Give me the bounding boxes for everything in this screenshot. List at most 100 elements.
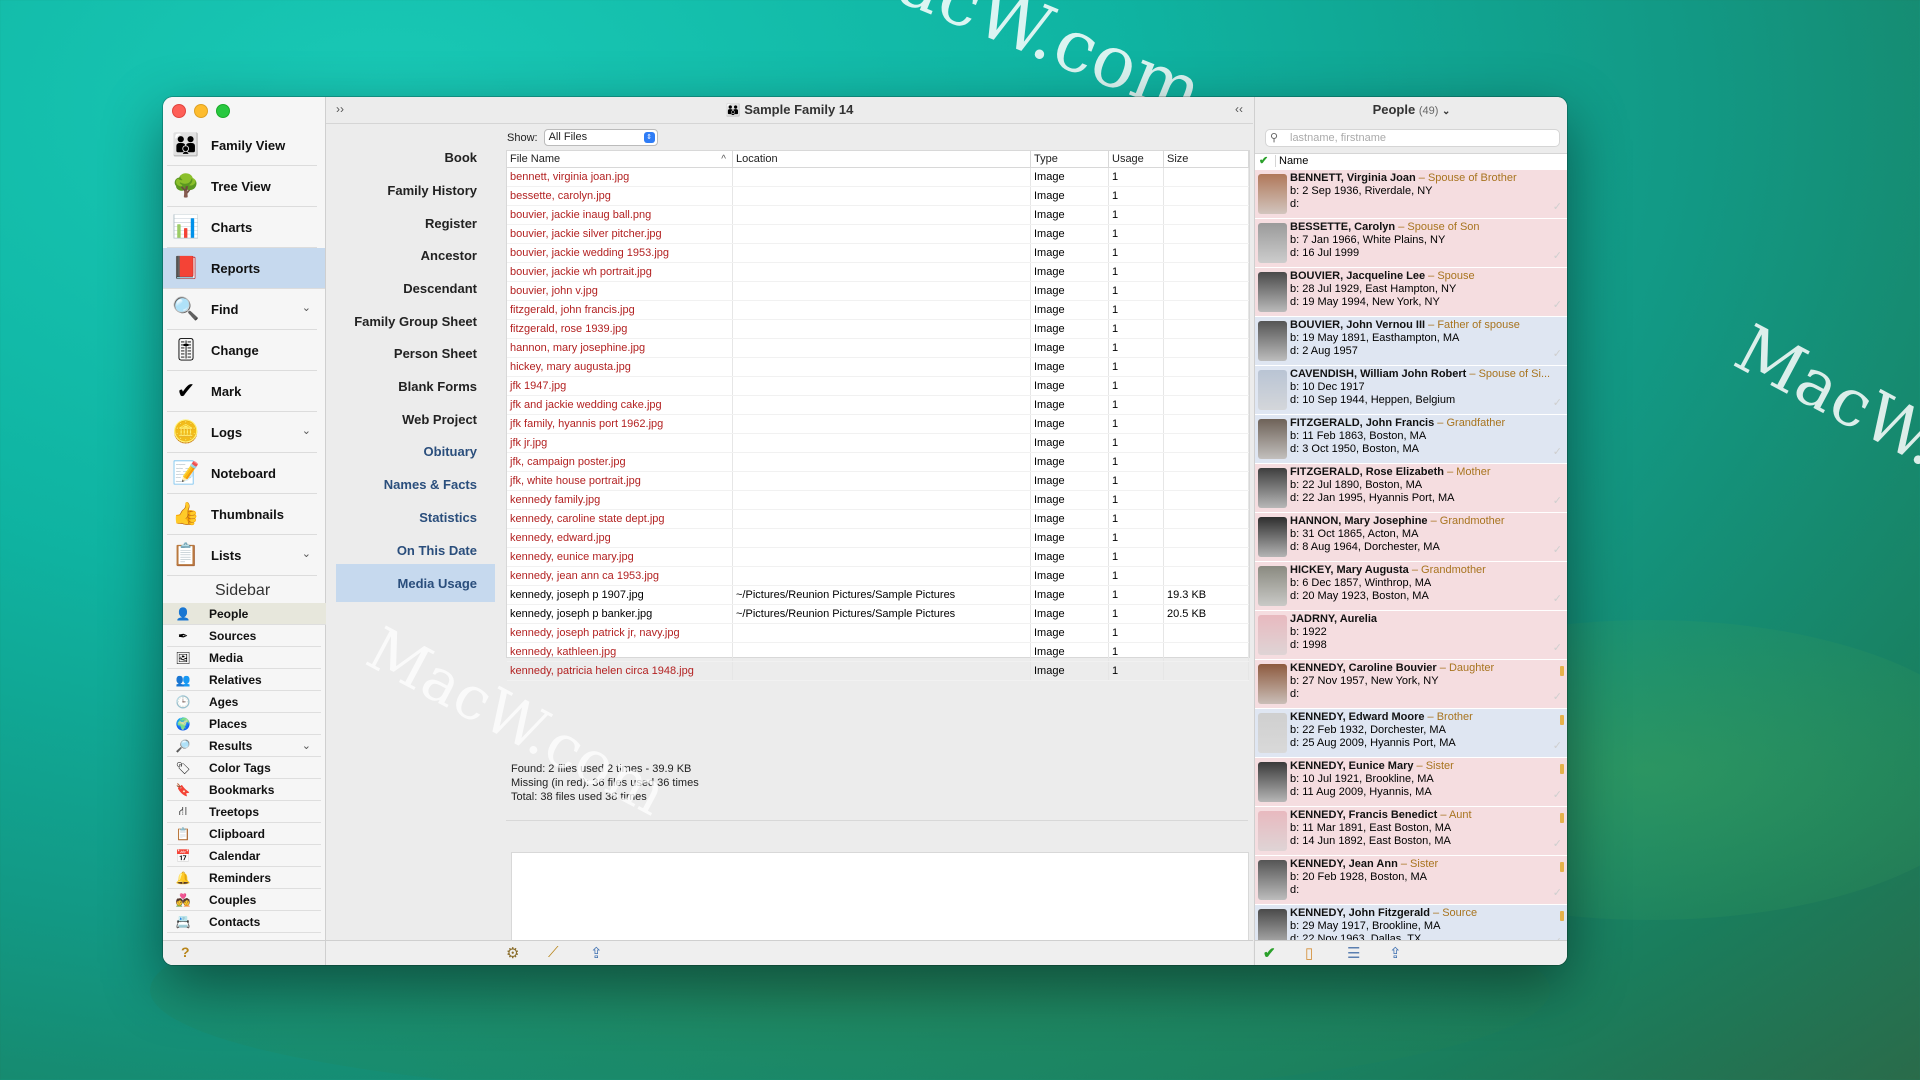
sidebar-item-ages[interactable]: 🕒 Ages bbox=[167, 691, 321, 713]
nav-item-reports[interactable]: 📕 Reports bbox=[163, 248, 325, 289]
table-row[interactable]: jfk jr.jpg Image 1 bbox=[507, 434, 1249, 453]
sidebar-item-color-tags[interactable]: 🏷 Color Tags bbox=[167, 757, 321, 779]
book-icon[interactable]: ▯ bbox=[1305, 944, 1313, 962]
sidebar-item-media[interactable]: 🖼 Media bbox=[167, 647, 321, 669]
table-row[interactable]: bouvier, jackie silver pitcher.jpg Image 1 bbox=[507, 225, 1249, 244]
report-web-project[interactable]: Web Project bbox=[402, 412, 477, 427]
column-header-usage[interactable]: Usage bbox=[1109, 151, 1164, 167]
show-select[interactable]: All Files ⇕ bbox=[543, 129, 658, 146]
checkmark-icon[interactable]: ✔ bbox=[1263, 944, 1276, 962]
person-row[interactable]: HICKEY, Mary Augusta – Grandmother b: 6 D… bbox=[1255, 562, 1567, 611]
sidebar-item-sources[interactable]: ✒ Sources bbox=[167, 625, 321, 647]
person-row[interactable]: KENNEDY, Edward Moore – Brother b: 22 Feb… bbox=[1255, 709, 1567, 758]
chevron-down-icon[interactable]: ⌄ bbox=[302, 739, 311, 752]
table-row[interactable]: fitzgerald, john francis.jpg Image 1 bbox=[507, 301, 1249, 320]
column-header-location[interactable]: Location bbox=[733, 151, 1031, 167]
report-names-facts[interactable]: Names & Facts bbox=[384, 477, 477, 492]
table-row[interactable]: bouvier, john v.jpg Image 1 bbox=[507, 282, 1249, 301]
report-ancestor[interactable]: Ancestor bbox=[421, 248, 477, 263]
table-row[interactable]: bouvier, jackie wh portrait.jpg Image 1 bbox=[507, 263, 1249, 282]
table-row[interactable]: bennett, virginia joan.jpg Image 1 bbox=[507, 168, 1249, 187]
person-row[interactable]: KENNEDY, Eunice Mary – Sister b: 10 Jul 1… bbox=[1255, 758, 1567, 807]
chevron-down-icon[interactable]: ⌄ bbox=[302, 301, 311, 314]
table-row[interactable]: kennedy, kathleen.jpg Image 1 bbox=[507, 643, 1249, 662]
sidebar-item-results[interactable]: 🔎 Results ⌄ bbox=[167, 735, 321, 757]
sidebar-item-contacts[interactable]: 📇 Contacts bbox=[167, 911, 321, 933]
person-row[interactable]: HANNON, Mary Josephine – Grandmother b: 3… bbox=[1255, 513, 1567, 562]
table-row[interactable]: jfk, campaign poster.jpg Image 1 bbox=[507, 453, 1249, 472]
table-row[interactable]: bessette, carolyn.jpg Image 1 bbox=[507, 187, 1249, 206]
sidebar-item-calendar[interactable]: 📅 Calendar bbox=[167, 845, 321, 867]
zoom-button[interactable] bbox=[216, 104, 230, 118]
sidebar-item-treetops[interactable]: ⛙ Treetops bbox=[167, 801, 321, 823]
person-row[interactable]: BENNETT, Virginia Joan – Spouse of Broth… bbox=[1255, 170, 1567, 219]
table-row[interactable]: kennedy, jean ann ca 1953.jpg Image 1 bbox=[507, 567, 1249, 586]
table-row[interactable]: kennedy, joseph p 1907.jpg ~/Pictures/Reu… bbox=[507, 586, 1249, 605]
person-row[interactable]: KENNEDY, Francis Benedict – Aunt b: 11 Ma… bbox=[1255, 807, 1567, 856]
mark-column-icon[interactable]: ✔ bbox=[1259, 154, 1268, 167]
mark-checkbox-icon[interactable]: ✓ bbox=[1553, 593, 1562, 606]
report-obituary[interactable]: Obituary bbox=[424, 444, 477, 459]
mark-checkbox-icon[interactable]: ✓ bbox=[1553, 789, 1562, 802]
person-row[interactable]: FITZGERALD, John Francis – Grandfather b:… bbox=[1255, 415, 1567, 464]
person-row[interactable]: CAVENDISH, William John Robert – Spouse … bbox=[1255, 366, 1567, 415]
sidebar-item-bookmarks[interactable]: 🔖 Bookmarks bbox=[167, 779, 321, 801]
help-icon[interactable]: ? bbox=[181, 944, 190, 960]
sidebar-item-relatives[interactable]: 👥 Relatives bbox=[167, 669, 321, 691]
table-row[interactable]: kennedy, edward.jpg Image 1 bbox=[507, 529, 1249, 548]
mark-checkbox-icon[interactable]: ✓ bbox=[1553, 642, 1562, 655]
people-search-input[interactable]: ⚲ lastname, firstname bbox=[1265, 129, 1560, 147]
column-header-size[interactable]: Size bbox=[1164, 151, 1249, 167]
column-header-type[interactable]: Type bbox=[1031, 151, 1109, 167]
report-on-this-date[interactable]: On This Date bbox=[397, 543, 477, 558]
person-row[interactable]: KENNEDY, John Fitzgerald – Source b: 29 M… bbox=[1255, 905, 1567, 941]
minimize-button[interactable] bbox=[194, 104, 208, 118]
mark-checkbox-icon[interactable]: ✓ bbox=[1553, 495, 1562, 508]
person-row[interactable]: BOUVIER, Jacqueline Lee – Spouse b: 28 Ju… bbox=[1255, 268, 1567, 317]
person-row[interactable]: FITZGERALD, Rose Elizabeth – Mother b: 22… bbox=[1255, 464, 1567, 513]
report-statistics[interactable]: Statistics bbox=[419, 510, 477, 525]
person-row[interactable]: BESSETTE, Carolyn – Spouse of Son b: 7 Ja… bbox=[1255, 219, 1567, 268]
mark-checkbox-icon[interactable]: ✓ bbox=[1553, 544, 1562, 557]
table-row[interactable]: jfk, white house portrait.jpg Image 1 bbox=[507, 472, 1249, 491]
gear-icon[interactable]: ⚙ bbox=[506, 944, 519, 962]
nav-item-tree-view[interactable]: 🌳 Tree View bbox=[167, 166, 317, 207]
share-icon[interactable]: ⇪ bbox=[1389, 944, 1402, 962]
table-row[interactable]: kennedy, eunice mary.jpg Image 1 bbox=[507, 548, 1249, 567]
sort-ascending-icon[interactable]: ^ bbox=[721, 152, 726, 168]
nav-item-thumbnails[interactable]: 👍 Thumbnails bbox=[167, 494, 317, 535]
table-row[interactable]: jfk and jackie wedding cake.jpg Image 1 bbox=[507, 396, 1249, 415]
table-row[interactable]: jfk 1947.jpg Image 1 bbox=[507, 377, 1249, 396]
sidebar-item-people[interactable]: 👤 People bbox=[163, 603, 329, 625]
mark-checkbox-icon[interactable]: ✓ bbox=[1553, 887, 1562, 900]
nav-item-charts[interactable]: 📊 Charts bbox=[167, 207, 317, 248]
column-header-file-name[interactable]: File Name ^ bbox=[507, 151, 733, 167]
person-row[interactable]: KENNEDY, Caroline Bouvier – Daughter b: 2… bbox=[1255, 660, 1567, 709]
nav-item-lists[interactable]: 📋 Lists ⌄ bbox=[167, 535, 317, 576]
report-descendant[interactable]: Descendant bbox=[403, 281, 477, 296]
table-row[interactable]: bouvier, jackie wedding 1953.jpg Image 1 bbox=[507, 244, 1249, 263]
chevron-down-icon[interactable]: ⌄ bbox=[302, 424, 311, 437]
mark-checkbox-icon[interactable]: ✓ bbox=[1553, 250, 1562, 263]
people-pane-title[interactable]: People (49) ⌄ bbox=[1255, 102, 1567, 117]
mark-checkbox-icon[interactable]: ✓ bbox=[1553, 201, 1562, 214]
pane-splitter[interactable] bbox=[506, 820, 1248, 821]
report-person-sheet[interactable]: Person Sheet bbox=[394, 346, 477, 361]
report-register[interactable]: Register bbox=[425, 216, 477, 231]
mark-checkbox-icon[interactable]: ✓ bbox=[1553, 838, 1562, 851]
report-media-usage[interactable]: Media Usage bbox=[398, 576, 477, 591]
table-row[interactable]: hickey, mary augusta.jpg Image 1 bbox=[507, 358, 1249, 377]
table-row[interactable]: kennedy, caroline state dept.jpg Image 1 bbox=[507, 510, 1249, 529]
name-column-header[interactable]: Name bbox=[1275, 155, 1308, 167]
report-blank-forms[interactable]: Blank Forms bbox=[398, 379, 477, 394]
table-row[interactable]: hannon, mary josephine.jpg Image 1 bbox=[507, 339, 1249, 358]
table-row[interactable]: kennedy, patricia helen circa 1948.jpg Im… bbox=[507, 662, 1249, 681]
table-row[interactable]: fitzgerald, rose 1939.jpg Image 1 bbox=[507, 320, 1249, 339]
mark-checkbox-icon[interactable]: ✓ bbox=[1553, 446, 1562, 459]
table-row[interactable]: jfk family, hyannis port 1962.jpg Image 1 bbox=[507, 415, 1249, 434]
wand-icon[interactable]: ⟋ bbox=[548, 944, 559, 961]
nav-item-mark[interactable]: ✔ Mark bbox=[167, 371, 317, 412]
sidebar-item-reminders[interactable]: 🔔 Reminders bbox=[167, 867, 321, 889]
sidebar-item-clipboard[interactable]: 📋 Clipboard bbox=[167, 823, 321, 845]
table-row[interactable]: kennedy, joseph patrick jr, navy.jpg Imag… bbox=[507, 624, 1249, 643]
